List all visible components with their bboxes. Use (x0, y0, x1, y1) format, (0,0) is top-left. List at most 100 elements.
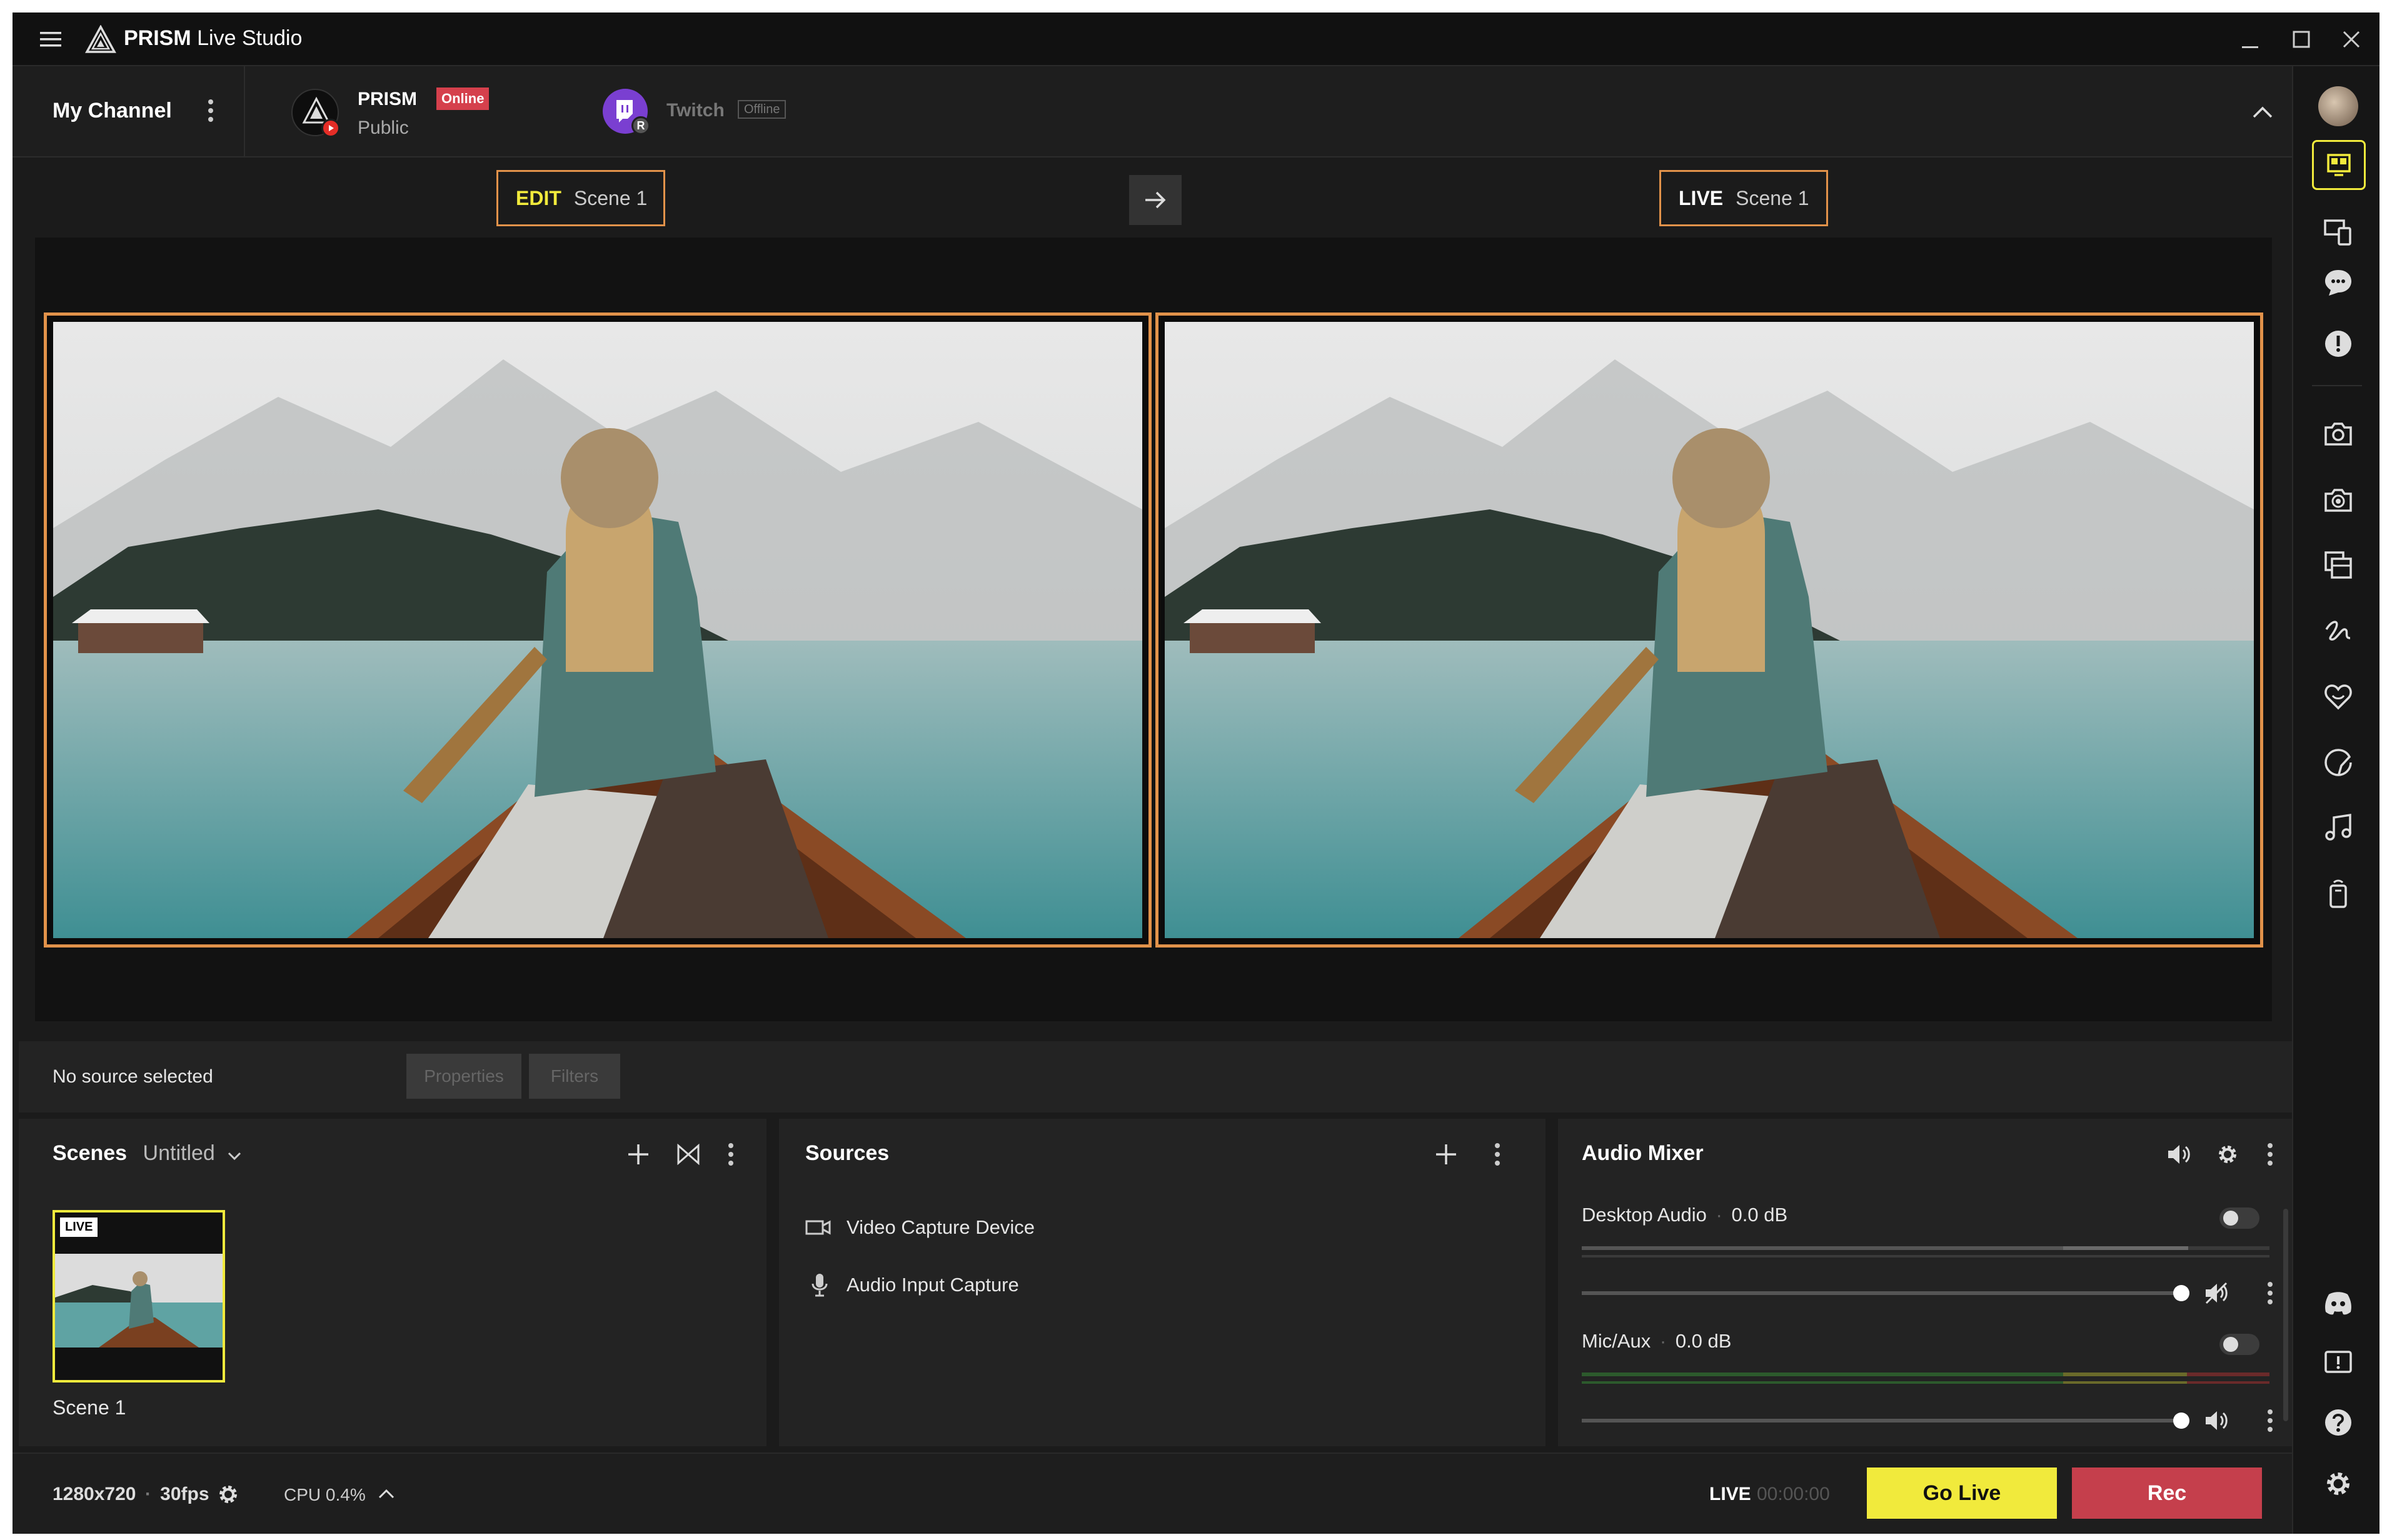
source-name: Video Capture Device (847, 1216, 1035, 1238)
channel-bar: My Channel PRISM Online Public R Twitch … (13, 66, 2292, 158)
muted-speaker-icon[interactable] (2201, 1278, 2232, 1309)
channel-db: 0.0 dB (1731, 1204, 1788, 1226)
channel-more-icon[interactable] (201, 95, 220, 126)
resolution: 1280x720 (53, 1484, 136, 1504)
sources-panel: Sources Video Capture Device Audio Input… (779, 1119, 1545, 1446)
scenes-more-icon[interactable] (721, 1139, 740, 1170)
notice-icon[interactable] (2321, 1345, 2356, 1380)
prism-avatar[interactable] (291, 89, 340, 138)
transition-arrow-button[interactable] (1129, 175, 1182, 225)
youtube-badge-icon (321, 119, 340, 138)
mixer-scrollbar[interactable] (2283, 1209, 2288, 1421)
properties-button[interactable]: Properties (406, 1054, 521, 1099)
edit-preview-frame[interactable] (44, 312, 1152, 948)
source-name: Audio Input Capture (847, 1274, 1019, 1296)
discord-icon[interactable] (2321, 1285, 2356, 1320)
right-sidebar (2292, 66, 2379, 1534)
scene-collection-dropdown[interactable]: Untitled (143, 1141, 215, 1165)
edit-scene-tag[interactable]: EDIT Scene 1 (496, 170, 665, 226)
status-bar: 1280x720 · 30fps CPU 0.4% LIVE 00:00:00 … (13, 1452, 2292, 1534)
channel-toggle[interactable] (2219, 1334, 2259, 1355)
live-preview-frame[interactable] (1155, 312, 2263, 948)
add-source-icon[interactable] (1430, 1139, 1462, 1170)
audio-mixer-panel: Audio Mixer Desktop Audio · 0.0 dB Mic/A… (1558, 1119, 2292, 1446)
edit-label: EDIT (516, 186, 561, 209)
user-avatar[interactable] (2318, 86, 2358, 126)
arrow-right-icon (1145, 191, 1166, 209)
source-toolbar: No source selected Properties Filters (19, 1041, 2292, 1112)
speaker-icon[interactable] (2201, 1405, 2232, 1436)
edit-scene-name: Scene 1 (573, 186, 648, 209)
devices-icon[interactable] (2321, 214, 2356, 249)
preview-canvas (35, 238, 2272, 1021)
help-icon[interactable] (2321, 1405, 2356, 1440)
settings-gear-icon[interactable] (2321, 1466, 2356, 1501)
scene-name[interactable]: Scene 1 (53, 1396, 126, 1419)
chat-icon[interactable] (2321, 265, 2356, 300)
output-settings-gear-icon[interactable] (214, 1480, 243, 1509)
app-title-bold: PRISM (124, 26, 191, 50)
channel-toggle[interactable] (2219, 1208, 2259, 1229)
level-meter (1582, 1246, 2269, 1250)
audio-mixer-title: Audio Mixer (1582, 1141, 1704, 1165)
twitch-avatar[interactable]: R (603, 89, 650, 135)
collapse-chevron-up-icon[interactable] (2247, 98, 2278, 126)
minimize-icon[interactable] (2234, 25, 2266, 54)
studio-mode-area: EDIT Scene 1 LIVE Scene 1 (13, 158, 2292, 1041)
add-scene-icon[interactable] (623, 1139, 654, 1170)
scene-thumbnail[interactable]: LIVE (53, 1210, 225, 1382)
no-source-selected-label: No source selected (53, 1066, 213, 1087)
platform-name-twitch: Twitch (666, 100, 725, 121)
live-scene-name: Scene 1 (1736, 186, 1809, 209)
live-scene-tag[interactable]: LIVE Scene 1 (1659, 170, 1828, 226)
mixer-more-icon[interactable] (2261, 1139, 2279, 1170)
channel-more-icon[interactable] (2261, 1405, 2279, 1436)
title-bar: PRISM Live Studio (13, 12, 2379, 66)
platform-name-prism: PRISM (358, 89, 418, 109)
scene-live-badge: LIVE (60, 1218, 98, 1237)
donation-heart-icon[interactable] (2321, 679, 2356, 714)
camera-snapshot-icon[interactable] (2321, 416, 2356, 451)
close-icon[interactable] (2336, 25, 2367, 54)
channel-name: Mic/Aux (1582, 1330, 1651, 1352)
music-note-icon[interactable] (2321, 810, 2356, 845)
virtual-background-icon[interactable] (2321, 482, 2356, 518)
volume-slider-handle[interactable] (2173, 1412, 2189, 1429)
source-item[interactable]: Audio Input Capture (805, 1266, 1518, 1304)
mobile-remote-icon[interactable] (2321, 876, 2356, 911)
channel-more-icon[interactable] (2261, 1278, 2279, 1309)
live-status-label: LIVE (1709, 1484, 1751, 1504)
restream-badge: R (631, 116, 650, 135)
volume-slider[interactable] (1582, 1412, 2189, 1429)
sources-more-icon[interactable] (1488, 1139, 1507, 1170)
app-title-rest: Live Studio (197, 26, 303, 50)
offline-badge: Offline (738, 100, 786, 119)
filters-button[interactable]: Filters (529, 1054, 620, 1099)
overlay-layers-icon[interactable] (2321, 548, 2356, 582)
maximize-icon[interactable] (2286, 25, 2317, 54)
transition-icon[interactable] (673, 1139, 704, 1170)
channel-name: Desktop Audio (1582, 1204, 1707, 1226)
chevron-down-icon[interactable] (227, 1142, 242, 1167)
framerate: 30fps (160, 1484, 209, 1504)
hamburger-menu-icon[interactable] (35, 25, 66, 54)
app-window: PRISM Live Studio My Channel PRISM Onlin… (13, 12, 2379, 1534)
speaker-icon[interactable] (2163, 1139, 2194, 1170)
rec-button[interactable]: Rec (2072, 1468, 2262, 1519)
live-timer: 00:00:00 (1757, 1484, 1830, 1504)
sources-title: Sources (805, 1141, 890, 1165)
channel-db: 0.0 dB (1675, 1330, 1732, 1352)
alert-icon[interactable] (2321, 326, 2356, 361)
scenes-panel: Scenes Untitled LIVE Scene 1 (19, 1119, 766, 1446)
edit-preview-image (53, 322, 1142, 938)
drawing-icon[interactable] (2321, 614, 2356, 649)
volume-slider[interactable] (1582, 1285, 2189, 1301)
volume-slider-handle[interactable] (2173, 1285, 2189, 1301)
sticker-icon[interactable] (2321, 745, 2356, 780)
mixer-settings-gear-icon[interactable] (2212, 1139, 2243, 1170)
chevron-up-icon[interactable] (374, 1481, 399, 1506)
studio-mode-icon[interactable] (2312, 140, 2366, 190)
go-live-button[interactable]: Go Live (1867, 1468, 2057, 1519)
source-item[interactable]: Video Capture Device (805, 1209, 1518, 1246)
level-meter (1582, 1381, 2269, 1384)
